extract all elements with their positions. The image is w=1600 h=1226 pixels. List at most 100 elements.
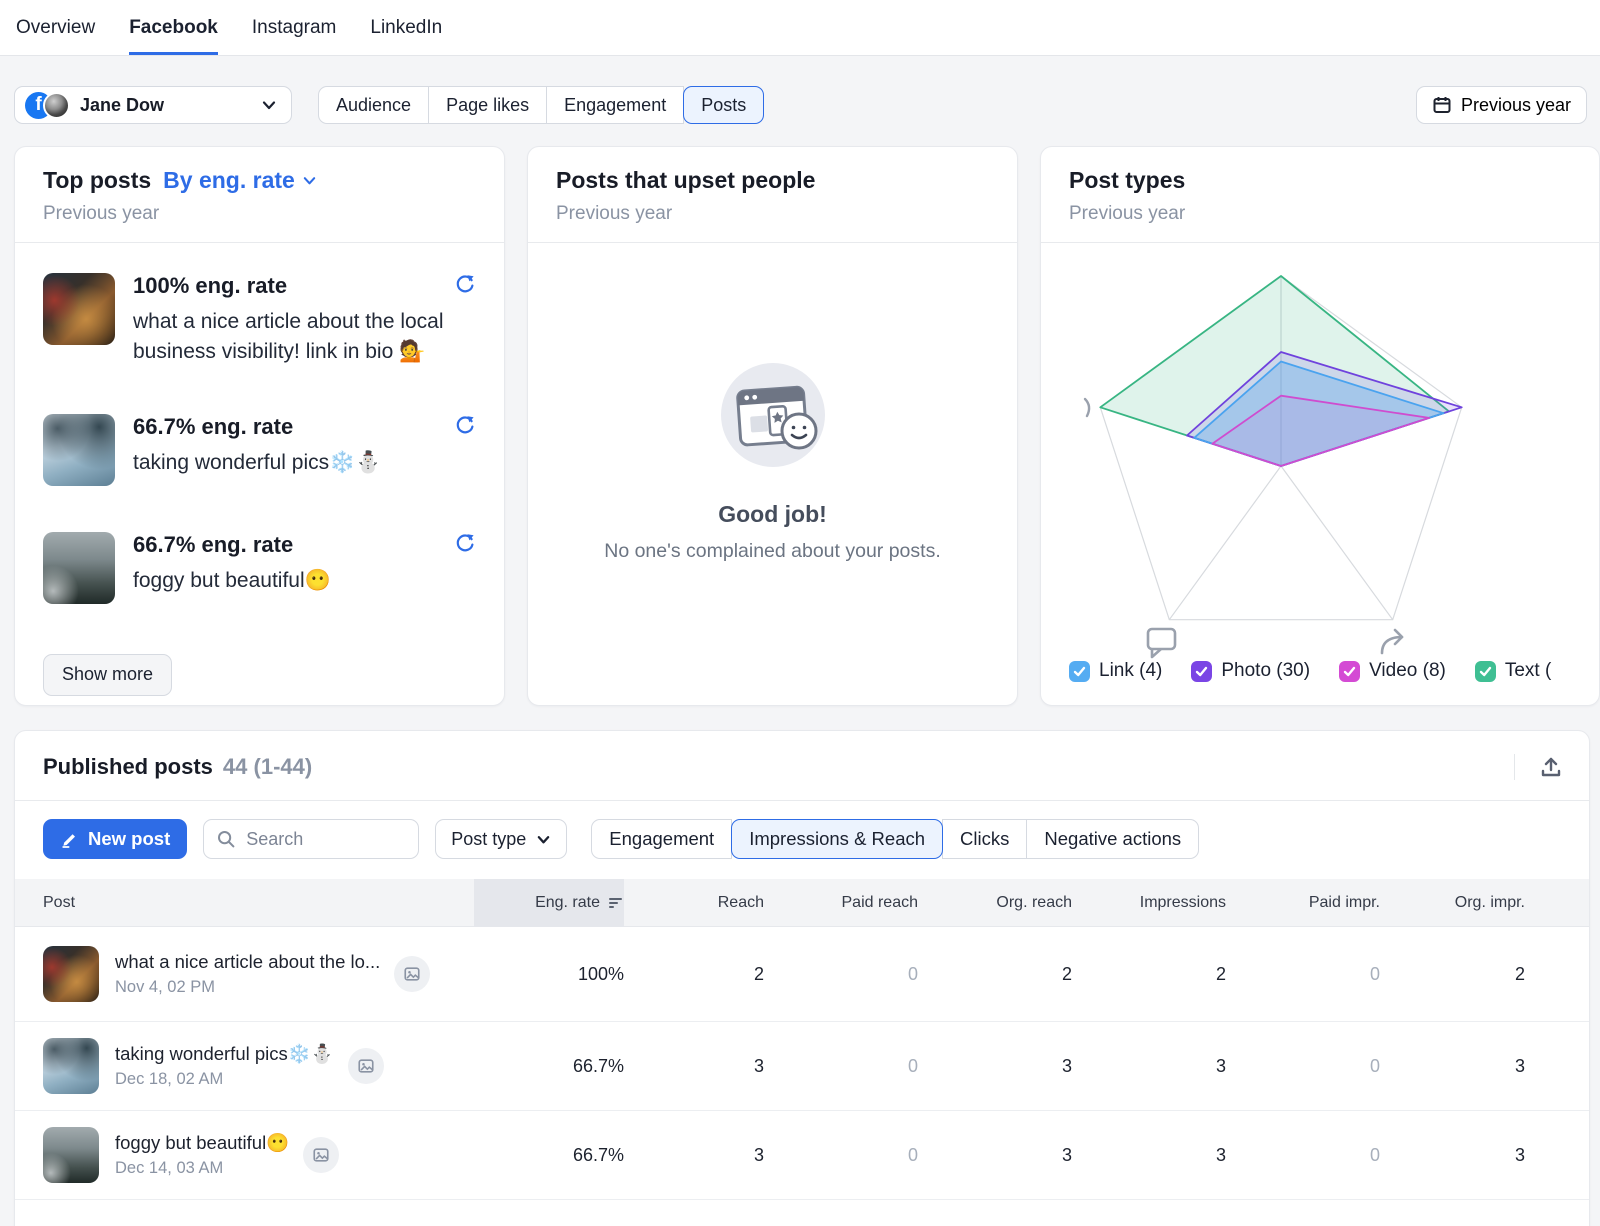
tab-engagement[interactable]: Engagement (546, 86, 684, 124)
published-posts-header: Published posts 44 (1-44) (15, 731, 1589, 801)
published-posts-card: Published posts 44 (1-44) New post Post … (14, 730, 1590, 1226)
table-row[interactable]: what a nice article about the lo... Nov … (15, 927, 1589, 1022)
profile-name: Jane Dow (80, 95, 164, 116)
top-posts-title: Top posts (43, 167, 151, 194)
post-text: what a nice article about the local busi… (133, 307, 476, 368)
tab-page-likes[interactable]: Page likes (428, 86, 547, 124)
search-field (203, 819, 419, 859)
chevron-down-icon (302, 173, 317, 188)
column-header-paid-reach[interactable]: Paid reach (764, 894, 918, 912)
filter-tab-impressions-reach[interactable]: Impressions & Reach (731, 819, 943, 859)
search-icon (216, 829, 236, 849)
new-post-button[interactable]: New post (43, 819, 187, 859)
top-posts-subtitle: Previous year (43, 203, 476, 225)
cell-paid-reach: 0 (764, 1145, 918, 1166)
legend-checkbox[interactable] (1069, 661, 1090, 682)
cell-eng-rate: 66.7% (474, 1145, 624, 1166)
filter-tab-negative-actions[interactable]: Negative actions (1026, 819, 1199, 859)
top-post-item: 100% eng. rate what a nice article about… (43, 273, 476, 368)
post-cell: taking wonderful pics❄️⛄ Dec 18, 02 AM (43, 1038, 474, 1094)
cell-reach: 3 (624, 1145, 764, 1166)
column-header-impressions[interactable]: Impressions (1072, 894, 1226, 912)
cell-paid-reach: 0 (764, 1056, 918, 1077)
cell-paid-impr: 0 (1226, 1056, 1380, 1077)
post-types-subtitle: Previous year (1069, 203, 1571, 225)
show-more-button[interactable]: Show more (43, 654, 172, 696)
post-date: Nov 4, 02 PM (115, 978, 380, 997)
radar-legend: Link (4) Photo (30) Video (8) Text ( (1041, 656, 1599, 682)
cell-eng-rate: 66.7% (474, 1056, 624, 1077)
post-types-card: Post types Previous year (1040, 146, 1600, 706)
legend-item-photo[interactable]: Photo (30) (1191, 660, 1310, 682)
nav-item-overview[interactable]: Overview (16, 0, 95, 55)
avatar (43, 92, 70, 119)
table-row[interactable]: taking wonderful pics❄️⛄ Dec 18, 02 AM 6… (15, 1022, 1589, 1111)
top-post-item: 66.7% eng. rate taking wonderful pics❄️⛄ (43, 414, 476, 486)
cell-reach: 2 (624, 964, 764, 985)
post-eng-rate: 66.7% eng. rate (133, 414, 293, 440)
table-row[interactable]: foggy but beautiful😶 Dec 14, 03 AM 66.7%… (15, 1111, 1589, 1200)
good-job-illustration-icon (713, 355, 833, 475)
nav-item-facebook[interactable]: Facebook (129, 0, 218, 55)
profile-selector[interactable]: f Jane Dow (14, 86, 292, 124)
upset-posts-title: Posts that upset people (556, 167, 989, 194)
post-thumbnail[interactable] (43, 1038, 99, 1094)
cell-paid-impr: 0 (1226, 964, 1380, 985)
filter-tab-clicks[interactable]: Clicks (942, 819, 1027, 859)
column-header-eng-rate[interactable]: Eng. rate (474, 879, 624, 927)
refresh-icon[interactable] (454, 414, 476, 441)
nav-item-linkedin[interactable]: LinkedIn (370, 0, 442, 55)
previous-year-button[interactable]: Previous year (1416, 86, 1587, 124)
filter-tab-engagement[interactable]: Engagement (591, 819, 732, 859)
chevron-down-icon (261, 97, 277, 113)
chevron-down-icon (536, 832, 551, 847)
post-date: Dec 14, 03 AM (115, 1159, 289, 1178)
export-button[interactable] (1539, 755, 1563, 779)
published-posts-title: Published posts (43, 754, 213, 780)
published-posts-count: 44 (1-44) (223, 754, 312, 780)
post-thumbnail[interactable] (43, 1127, 99, 1183)
column-header-org-reach[interactable]: Org. reach (918, 894, 1072, 912)
previous-year-label: Previous year (1461, 95, 1571, 116)
photo-type-badge (348, 1048, 384, 1084)
sort-descending-icon (608, 896, 624, 910)
post-thumbnail[interactable] (43, 946, 99, 1002)
cell-reach: 3 (624, 1056, 764, 1077)
legend-checkbox[interactable] (1339, 661, 1360, 682)
cell-impressions: 2 (1072, 964, 1226, 985)
post-thumbnail[interactable] (43, 414, 115, 486)
cell-paid-impr: 0 (1226, 1145, 1380, 1166)
facebook-section-tabs: Audience Page likes Engagement Posts (318, 86, 764, 124)
column-header-paid-impr[interactable]: Paid impr. (1226, 894, 1380, 912)
post-type-dropdown[interactable]: Post type (435, 819, 567, 859)
legend-label: Video (8) (1369, 660, 1446, 682)
cell-org-impr: 3 (1380, 1145, 1525, 1166)
tab-audience[interactable]: Audience (318, 86, 429, 124)
empty-state: Good job! No one's complained about your… (528, 243, 1017, 563)
table-header: Post Eng. rate Reach Paid reach Org. rea… (15, 879, 1589, 927)
legend-checkbox[interactable] (1191, 661, 1212, 682)
column-header-org-impr[interactable]: Org. impr. (1380, 894, 1525, 912)
upset-posts-card: Posts that upset people Previous year (527, 146, 1018, 706)
top-posts-sort-dropdown[interactable]: By eng. rate (163, 167, 317, 194)
photo-type-badge (394, 956, 430, 992)
legend-checkbox[interactable] (1475, 661, 1496, 682)
post-eng-rate: 66.7% eng. rate (133, 532, 293, 558)
export-icon (1539, 755, 1563, 779)
controls-row: f Jane Dow Audience Page likes Engagemen… (14, 86, 1587, 124)
image-icon (312, 1146, 330, 1164)
column-header-post: Post (43, 894, 474, 912)
refresh-icon[interactable] (454, 532, 476, 559)
post-thumbnail[interactable] (43, 273, 115, 345)
refresh-icon[interactable] (454, 273, 476, 300)
tab-posts[interactable]: Posts (683, 86, 764, 124)
legend-item-text[interactable]: Text ( (1475, 660, 1551, 682)
nav-item-instagram[interactable]: Instagram (252, 0, 336, 55)
cell-impressions: 3 (1072, 1145, 1226, 1166)
legend-item-link[interactable]: Link (4) (1069, 660, 1162, 682)
top-posts-header: Top posts By eng. rate Previous year (15, 147, 504, 243)
post-title: what a nice article about the lo... (115, 951, 380, 973)
legend-item-video[interactable]: Video (8) (1339, 660, 1446, 682)
column-header-reach[interactable]: Reach (624, 894, 764, 912)
post-thumbnail[interactable] (43, 532, 115, 604)
